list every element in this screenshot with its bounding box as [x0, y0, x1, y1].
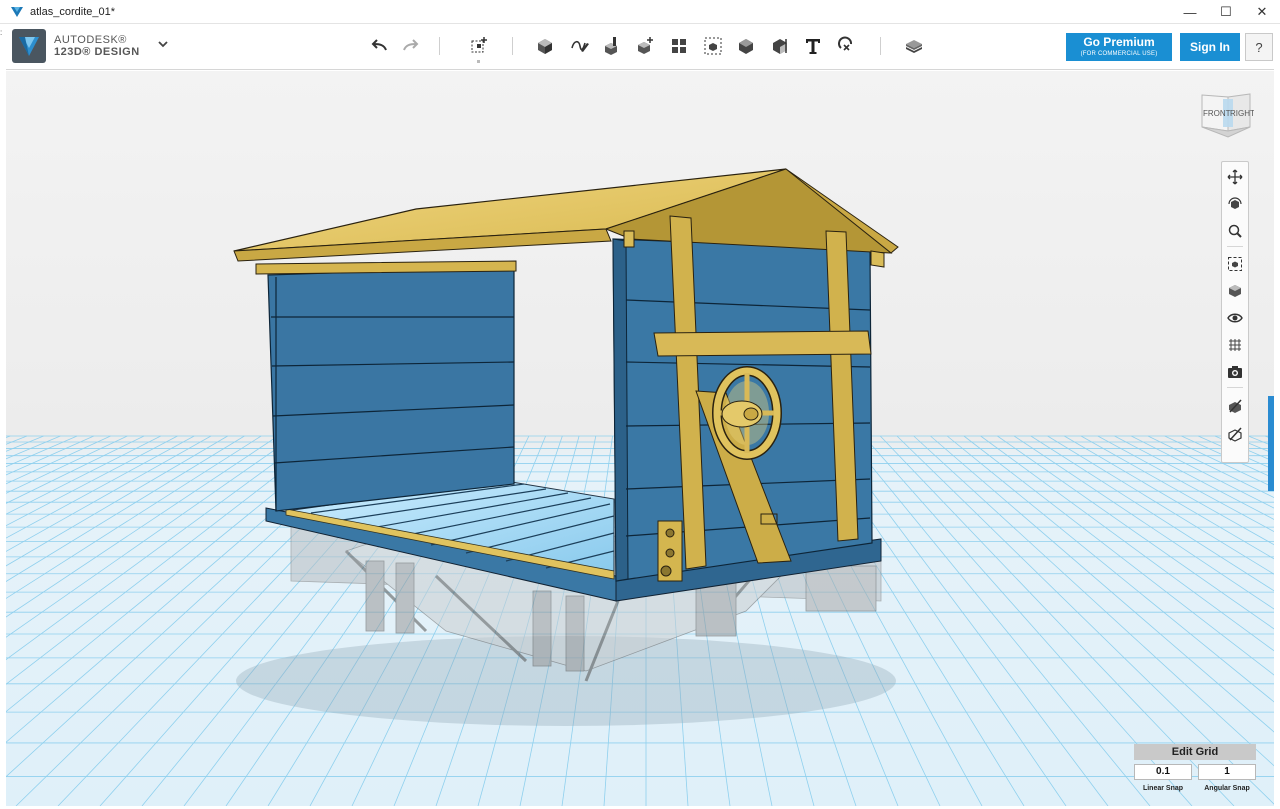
- angular-snap-label: Angular Snap: [1204, 785, 1250, 792]
- window-controls: — ☐ ✕: [1172, 0, 1280, 24]
- views-icon[interactable]: [1225, 281, 1245, 301]
- edit-grid-button[interactable]: Edit Grid: [1134, 744, 1256, 760]
- viewcube-front-label: FRONT: [1203, 109, 1231, 118]
- app-logo-icon: [11, 6, 23, 17]
- brand-company: AUTODESK®: [54, 34, 127, 46]
- view-cube[interactable]: FRONT RIGHT: [1198, 91, 1254, 141]
- linear-snap-label: Linear Snap: [1142, 785, 1184, 792]
- snap-icon[interactable]: [835, 35, 857, 57]
- 3d-viewport[interactable]: FRONT RIGHT Edit Grid 0.1 1 Linear Snap …: [6, 71, 1274, 806]
- app-menu-button[interactable]: AUTODESK® 123D® DESIGN: [12, 29, 140, 63]
- angular-snap-field[interactable]: 1: [1198, 764, 1256, 780]
- edit-grid-panel: Edit Grid 0.1 1 Linear Snap Angular Snap: [1134, 744, 1256, 802]
- material-icon[interactable]: [903, 35, 925, 57]
- orbit-icon[interactable]: [1225, 194, 1245, 214]
- minimize-button[interactable]: —: [1172, 0, 1208, 24]
- main-toolbar: AUTODESK® 123D® DESIGN Go Premium (FOR C…: [6, 25, 1274, 70]
- linear-snap-field[interactable]: 0.1: [1134, 764, 1192, 780]
- modify-icon[interactable]: [634, 35, 656, 57]
- brake-wheel: [712, 366, 782, 460]
- text-icon[interactable]: [802, 35, 824, 57]
- zoom-icon[interactable]: [1225, 221, 1245, 241]
- navbar-separator: [1227, 246, 1243, 247]
- primitives-icon[interactable]: [534, 35, 556, 57]
- sketch-icon[interactable]: [568, 35, 590, 57]
- back-wall: [267, 266, 515, 512]
- dropdown-dot: [477, 60, 480, 63]
- document-title: atlas_cordite_01*: [30, 5, 116, 18]
- screenshot-icon[interactable]: [1225, 362, 1245, 382]
- chevron-down-icon[interactable]: [156, 37, 170, 51]
- outline-icon[interactable]: [1225, 424, 1245, 444]
- go-premium-button[interactable]: Go Premium (FOR COMMERCIAL USE): [1066, 33, 1172, 61]
- construct-icon[interactable]: [601, 35, 623, 57]
- grid-icon[interactable]: [1225, 335, 1245, 355]
- navbar-separator: [1227, 387, 1243, 388]
- redo-icon[interactable]: [400, 35, 422, 57]
- toolbar-separator: [439, 37, 440, 55]
- autodesk-logo-icon: [12, 29, 46, 63]
- scene-canvas[interactable]: [6, 71, 1274, 806]
- brand-text: AUTODESK® 123D® DESIGN: [54, 34, 140, 58]
- close-button[interactable]: ✕: [1244, 0, 1280, 24]
- sign-in-button[interactable]: Sign In: [1180, 33, 1240, 61]
- transform-icon[interactable]: [468, 35, 490, 57]
- measure-icon[interactable]: [769, 35, 791, 57]
- visibility-icon[interactable]: [1225, 308, 1245, 328]
- toolbar-separator: [880, 37, 881, 55]
- group-icon[interactable]: [702, 35, 724, 57]
- brand-product: 123D® DESIGN: [54, 46, 140, 58]
- fit-icon[interactable]: [1225, 254, 1245, 274]
- side-panel-tab[interactable]: [1268, 396, 1274, 491]
- maximize-button[interactable]: ☐: [1208, 0, 1244, 24]
- material-visibility-icon[interactable]: [1225, 396, 1245, 416]
- title-bar: atlas_cordite_01* — ☐ ✕: [0, 0, 1280, 24]
- app-window: atlas_cordite_01* — ☐ ✕ : AUTODESK® 123D…: [0, 0, 1280, 809]
- pattern-icon[interactable]: [668, 35, 690, 57]
- undo-icon[interactable]: [368, 35, 390, 57]
- navigation-bar: [1221, 161, 1249, 463]
- toolbar-separator: [512, 37, 513, 55]
- help-button[interactable]: ?: [1245, 33, 1273, 61]
- go-premium-label: Go Premium: [1083, 35, 1155, 49]
- go-premium-sublabel: (FOR COMMERCIAL USE): [1080, 51, 1158, 57]
- combine-icon[interactable]: [735, 35, 757, 57]
- pan-icon[interactable]: [1225, 167, 1245, 187]
- viewcube-right-label: RIGHT: [1230, 109, 1254, 118]
